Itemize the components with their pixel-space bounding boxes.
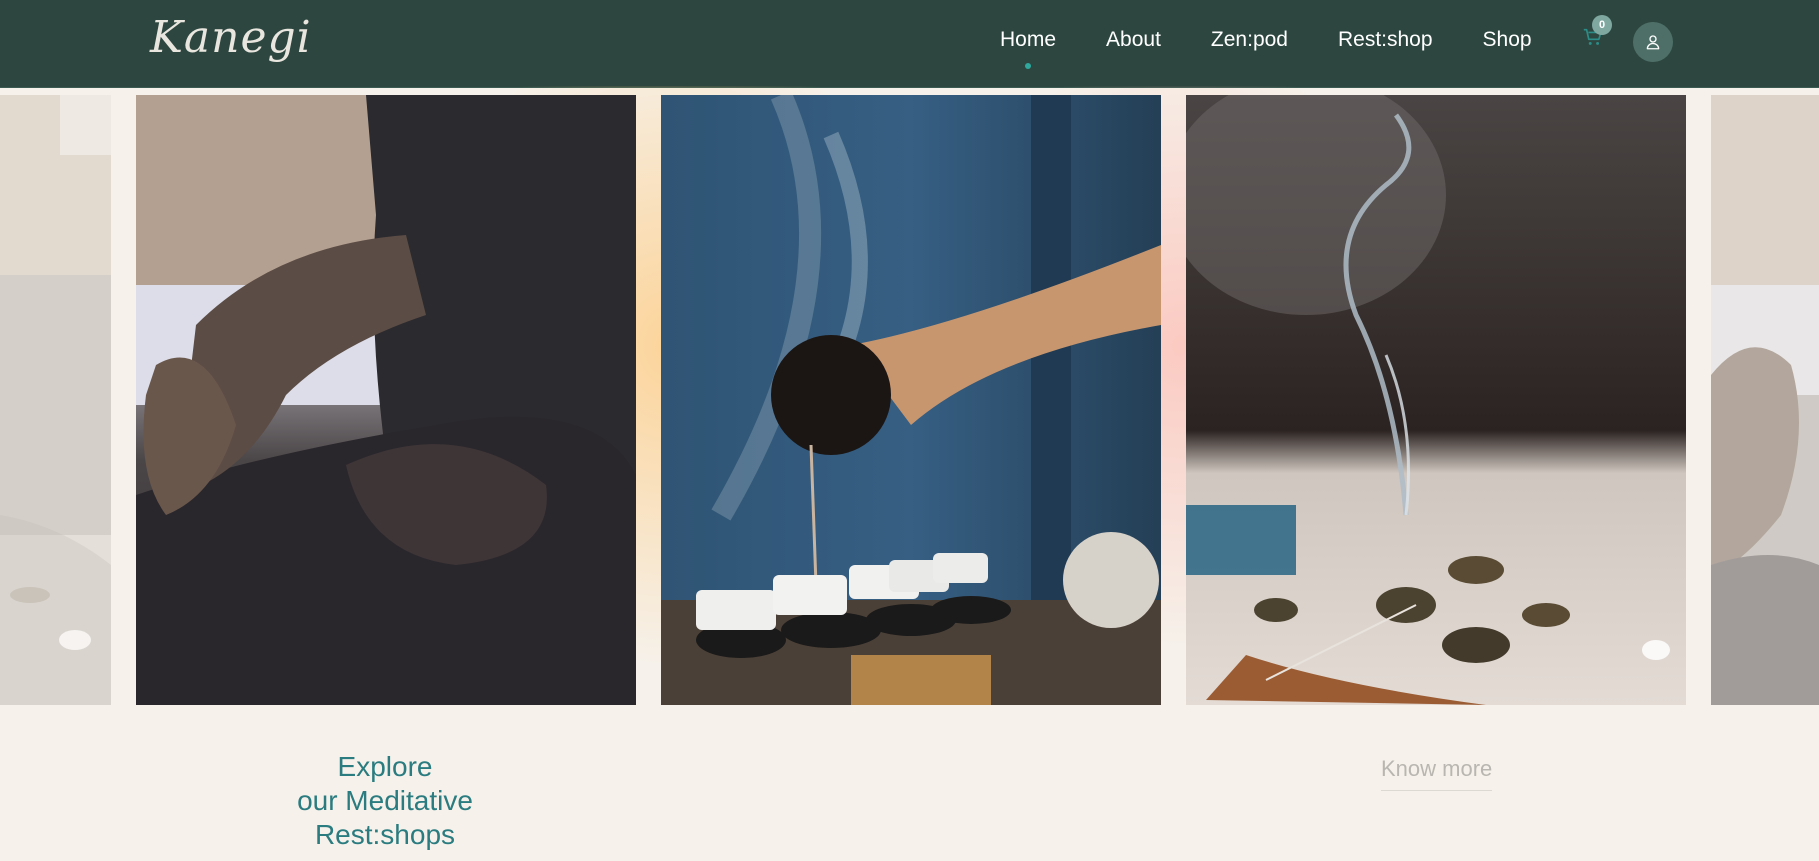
cart-count-badge: 0 bbox=[1592, 15, 1612, 35]
know-more-link[interactable]: Know more bbox=[1381, 756, 1493, 791]
explore-title-line-2: our Meditative bbox=[297, 785, 473, 816]
carousel-slide-incense[interactable] bbox=[1186, 95, 1686, 705]
site-header: Kanegi Home About Zen:pod Rest:shop Shop… bbox=[0, 0, 1819, 88]
nav-about[interactable]: About bbox=[1106, 28, 1161, 52]
nav-restshop[interactable]: Rest:shop bbox=[1338, 28, 1433, 52]
nav-zenpod[interactable]: Zen:pod bbox=[1211, 28, 1288, 52]
account-button[interactable] bbox=[1633, 22, 1673, 62]
explore-title-line-1: Explore bbox=[337, 751, 433, 782]
carousel-slide-tea[interactable] bbox=[661, 95, 1161, 705]
main-nav: Home About Zen:pod Rest:shop Shop bbox=[1000, 20, 1582, 69]
user-icon bbox=[1646, 35, 1660, 50]
nav-home[interactable]: Home bbox=[1000, 28, 1056, 69]
kanegi-logo[interactable]: Kanegi bbox=[150, 10, 312, 66]
explore-section-title: Explore our Meditative Rest:shops bbox=[255, 750, 515, 852]
carousel-slide-meditation[interactable] bbox=[136, 95, 636, 705]
explore-title-line-3: Rest:shops bbox=[314, 819, 456, 850]
carousel-slide-right-partial[interactable] bbox=[1711, 95, 1819, 705]
nav-shop[interactable]: Shop bbox=[1483, 28, 1532, 52]
carousel-slide-left-partial[interactable] bbox=[0, 95, 111, 705]
